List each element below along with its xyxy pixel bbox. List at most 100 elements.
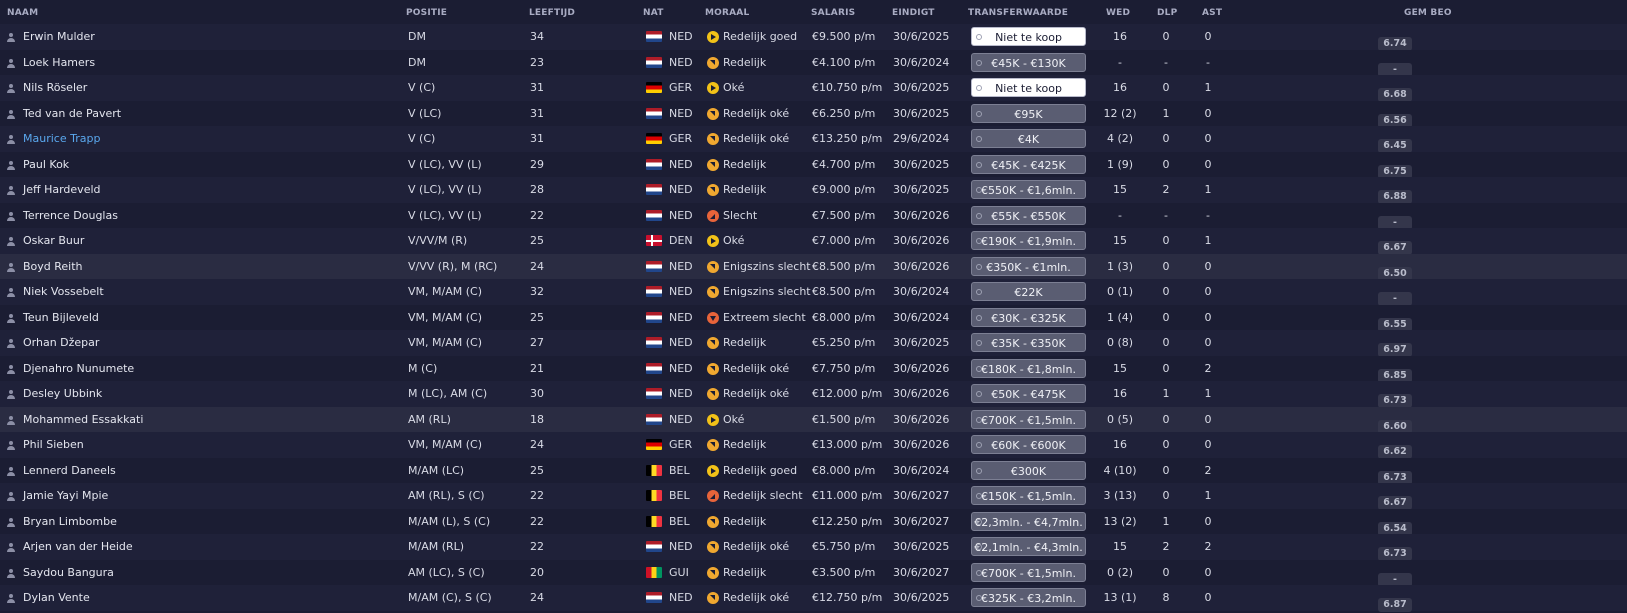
player-name[interactable]: Loek Hamers: [23, 50, 95, 76]
player-name[interactable]: Paul Kok: [23, 152, 69, 178]
assists: -: [1206, 208, 1210, 222]
table-row[interactable]: Mohammed Essakkati AM (RL) 18 NED Oké €1…: [0, 406, 1627, 434]
transfer-value[interactable]: Niet te koop: [971, 78, 1086, 97]
transfer-value[interactable]: €350K - €1mln.: [971, 256, 1086, 276]
player-name[interactable]: Saydou Bangura: [23, 560, 114, 586]
transfer-value[interactable]: €4K: [971, 129, 1086, 148]
table-row[interactable]: Erwin Mulder DM 34 NED Redelijk goed €9.…: [0, 24, 1627, 51]
table-row[interactable]: Maurice Trapp V (C) 31 GER Redelijk oké …: [0, 126, 1627, 153]
player-salary: €7.000 p/m: [812, 234, 876, 247]
table-row[interactable]: Arjen van der Heide M/AM (RL) 22 NED Red…: [0, 534, 1627, 561]
transfer-value[interactable]: €190K - €1,9mln.: [971, 231, 1086, 250]
avg-rating: 6.74: [1378, 30, 1412, 51]
assists: 0: [1204, 412, 1212, 426]
player-position: DM: [408, 55, 426, 69]
transfer-value[interactable]: €95K: [971, 103, 1086, 123]
player-name[interactable]: Mohammed Essakkati: [23, 407, 143, 433]
player-name[interactable]: Maurice Trapp: [23, 126, 100, 152]
table-row[interactable]: Niek Vossebelt VM, M/AM (C) 32 NED Enigs…: [0, 279, 1627, 306]
player-name[interactable]: Arjen van der Heide: [23, 534, 133, 560]
transfer-value[interactable]: €325K - €3,2mln.: [971, 588, 1086, 607]
player-age: 32: [530, 285, 544, 298]
col-header-position[interactable]: POSITIE: [406, 8, 447, 18]
player-position: AM (RL): [408, 412, 451, 426]
transfer-value[interactable]: €22K: [971, 282, 1086, 301]
player-name[interactable]: Dylan Vente: [23, 585, 90, 611]
col-header-name[interactable]: NAAM: [7, 8, 38, 18]
player-name[interactable]: Ted van de Pavert: [23, 101, 121, 127]
flag-icon: [646, 31, 662, 43]
transfer-value[interactable]: €700K - €1,5mln.: [971, 409, 1086, 429]
player-name[interactable]: Bryan Limbombe: [23, 509, 117, 535]
transfer-value-label: €150K - €1,5mln.: [971, 486, 1086, 505]
person-icon: [7, 75, 19, 101]
transfer-value[interactable]: €55K - €550K: [971, 205, 1086, 225]
col-header-pom[interactable]: DLP: [1157, 8, 1177, 18]
table-row[interactable]: Jeff Hardeveld V (LC), VV (L) 28 NED Red…: [0, 177, 1627, 204]
transfer-value[interactable]: €300K: [971, 460, 1086, 480]
table-row[interactable]: Djenahro Nunumete M (C) 21 NED Redelijk …: [0, 355, 1627, 383]
player-name[interactable]: Boyd Reith: [23, 254, 83, 280]
table-row[interactable]: Oskar Buur V/VV/M (R) 25 DEN Oké €7.000 …: [0, 228, 1627, 255]
table-row[interactable]: Jamie Yayi Mpie AM (RL), S (C) 22 BEL Re…: [0, 483, 1627, 510]
col-header-nationality[interactable]: NAT: [643, 8, 664, 18]
transfer-value[interactable]: €700K - €1,5mln.: [971, 562, 1086, 582]
player-name[interactable]: Jeff Hardeveld: [23, 177, 101, 203]
table-row[interactable]: Terrence Douglas V (LC), VV (L) 22 NED S…: [0, 202, 1627, 230]
transfer-value[interactable]: €45K - €130K: [971, 52, 1086, 72]
table-row[interactable]: Bryan Limbombe M/AM (L), S (C) 22 BEL Re…: [0, 508, 1627, 536]
avg-rating: -: [1378, 566, 1412, 587]
table-row[interactable]: Orhan Džepar VM, M/AM (C) 27 NED Redelij…: [0, 330, 1627, 357]
col-header-age[interactable]: LEEFTIJD: [529, 8, 575, 18]
player-name[interactable]: Jamie Yayi Mpie: [23, 483, 108, 509]
flag-icon: [646, 464, 662, 477]
table-row[interactable]: Boyd Reith V/VV (R), M (RC) 24 NED Enigs…: [0, 253, 1627, 281]
player-name[interactable]: Lennerd Daneels: [23, 458, 116, 484]
player-name[interactable]: Terrence Douglas: [23, 203, 118, 229]
table-row[interactable]: Lennerd Daneels M/AM (LC) 25 BEL Redelij…: [0, 457, 1627, 485]
table-row[interactable]: Phil Sieben VM, M/AM (C) 24 GER Redelijk…: [0, 432, 1627, 459]
transfer-value[interactable]: €35K - €350K: [971, 333, 1086, 352]
table-row[interactable]: Dylan Vente M/AM (C), S (C) 24 NED Redel…: [0, 585, 1627, 612]
col-header-expiry[interactable]: EINDIGT: [892, 8, 935, 18]
player-name[interactable]: Desley Ubbink: [23, 381, 102, 407]
transfer-value[interactable]: €2,3mln. - €4,7mln.: [971, 511, 1086, 531]
transfer-value[interactable]: €2,1mln. - €4,3mln.: [971, 537, 1086, 556]
player-name[interactable]: Phil Sieben: [23, 432, 84, 458]
col-header-morale[interactable]: MORAAL: [705, 8, 749, 18]
table-row[interactable]: Paul Kok V (LC), VV (L) 29 NED Redelijk …: [0, 151, 1627, 179]
table-row[interactable]: Ted van de Pavert V (LC) 31 NED Redelijk…: [0, 100, 1627, 128]
table-row[interactable]: Saydou Bangura AM (LC), S (C) 20 GUI Red…: [0, 559, 1627, 587]
transfer-value[interactable]: €180K - €1,8mln.: [971, 358, 1086, 378]
col-header-salary[interactable]: SALARIS: [811, 8, 855, 18]
avg-rating: 6.68: [1378, 81, 1412, 102]
player-name[interactable]: Djenahro Nunumete: [23, 356, 134, 382]
player-name[interactable]: Niek Vossebelt: [23, 279, 104, 305]
col-header-avg-rating[interactable]: GEM BEO: [1404, 8, 1452, 18]
morale-icon: [707, 235, 719, 247]
table-row[interactable]: Nils Röseler V (C) 31 GER Oké €10.750 p/…: [0, 75, 1627, 102]
player-name[interactable]: Erwin Mulder: [23, 24, 95, 50]
transfer-value[interactable]: €550K - €1,6mln.: [971, 180, 1086, 199]
table-row[interactable]: Teun Bijleveld VM, M/AM (C) 25 NED Extre…: [0, 304, 1627, 332]
table-row[interactable]: Desley Ubbink M (LC), AM (C) 30 NED Rede…: [0, 381, 1627, 408]
transfer-value[interactable]: €50K - €475K: [971, 384, 1086, 403]
transfer-value-label: €4K: [971, 129, 1086, 148]
player-name[interactable]: Nils Röseler: [23, 75, 87, 101]
table-row[interactable]: Loek Hamers DM 23 NED Redelijk €4.100 p/…: [0, 49, 1627, 77]
transfer-value[interactable]: Niet te koop: [971, 27, 1086, 46]
transfer-value[interactable]: €45K - €425K: [971, 154, 1086, 174]
morale-icon: [707, 286, 719, 298]
transfer-value[interactable]: €30K - €325K: [971, 307, 1086, 327]
col-header-assists[interactable]: AST: [1202, 8, 1222, 18]
transfer-value[interactable]: €60K - €600K: [971, 435, 1086, 454]
transfer-value[interactable]: €150K - €1,5mln.: [971, 486, 1086, 505]
player-age: 25: [530, 234, 544, 247]
col-header-apps[interactable]: WED: [1106, 8, 1130, 18]
player-name[interactable]: Teun Bijleveld: [23, 305, 99, 331]
player-name[interactable]: Orhan Džepar: [23, 330, 99, 356]
player-name[interactable]: Oskar Buur: [23, 228, 84, 254]
col-header-transfer-value[interactable]: TRANSFERWAARDE: [968, 8, 1068, 18]
appearances: 1 (9): [1106, 157, 1134, 171]
person-icon: [7, 585, 19, 611]
